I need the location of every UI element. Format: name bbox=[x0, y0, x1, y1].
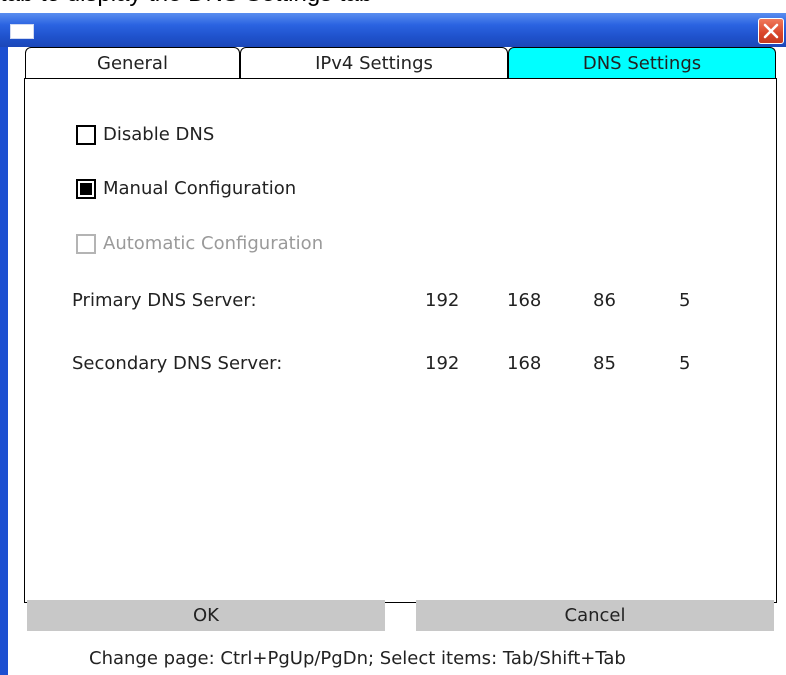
primary-dns-octet-2[interactable] bbox=[507, 289, 557, 313]
secondary-dns-octet-4[interactable] bbox=[679, 352, 729, 376]
automatic-configuration-label: Automatic Configuration bbox=[103, 233, 324, 254]
ok-button[interactable]: OK bbox=[27, 600, 385, 631]
page: tab to display the DNS Settings tab Gene… bbox=[0, 0, 786, 675]
title-bar[interactable] bbox=[0, 13, 786, 47]
primary-dns-label: Primary DNS Server: bbox=[72, 290, 257, 311]
automatic-configuration-checkbox bbox=[76, 234, 96, 254]
manual-configuration-label: Manual Configuration bbox=[103, 178, 297, 199]
primary-dns-octet-1[interactable] bbox=[425, 289, 475, 313]
window-icon bbox=[10, 24, 34, 39]
secondary-dns-octet-3[interactable] bbox=[593, 352, 643, 376]
disable-dns-checkbox[interactable] bbox=[76, 125, 96, 145]
secondary-dns-octet-2[interactable] bbox=[507, 352, 557, 376]
secondary-dns-label: Secondary DNS Server: bbox=[72, 353, 283, 374]
cancel-button[interactable]: Cancel bbox=[416, 600, 774, 631]
secondary-dns-octet-1[interactable] bbox=[425, 352, 475, 376]
tab-dns-settings[interactable]: DNS Settings bbox=[508, 47, 776, 79]
close-x-icon bbox=[763, 23, 779, 39]
manual-configuration-checkbox[interactable] bbox=[76, 179, 96, 199]
tab-general[interactable]: General bbox=[25, 47, 240, 79]
keyboard-hint: Change page: Ctrl+PgUp/PgDn; Select item… bbox=[89, 648, 626, 669]
disable-dns-label: Disable DNS bbox=[103, 124, 215, 145]
tab-ipv4-settings[interactable]: IPv4 Settings bbox=[240, 47, 508, 79]
dns-settings-panel bbox=[24, 78, 777, 603]
primary-dns-octet-4[interactable] bbox=[679, 289, 729, 313]
window-frame-left bbox=[0, 47, 8, 675]
close-button[interactable] bbox=[758, 18, 784, 44]
dialog-window: General IPv4 Settings DNS Settings Disab… bbox=[0, 13, 786, 675]
primary-dns-octet-3[interactable] bbox=[593, 289, 643, 313]
